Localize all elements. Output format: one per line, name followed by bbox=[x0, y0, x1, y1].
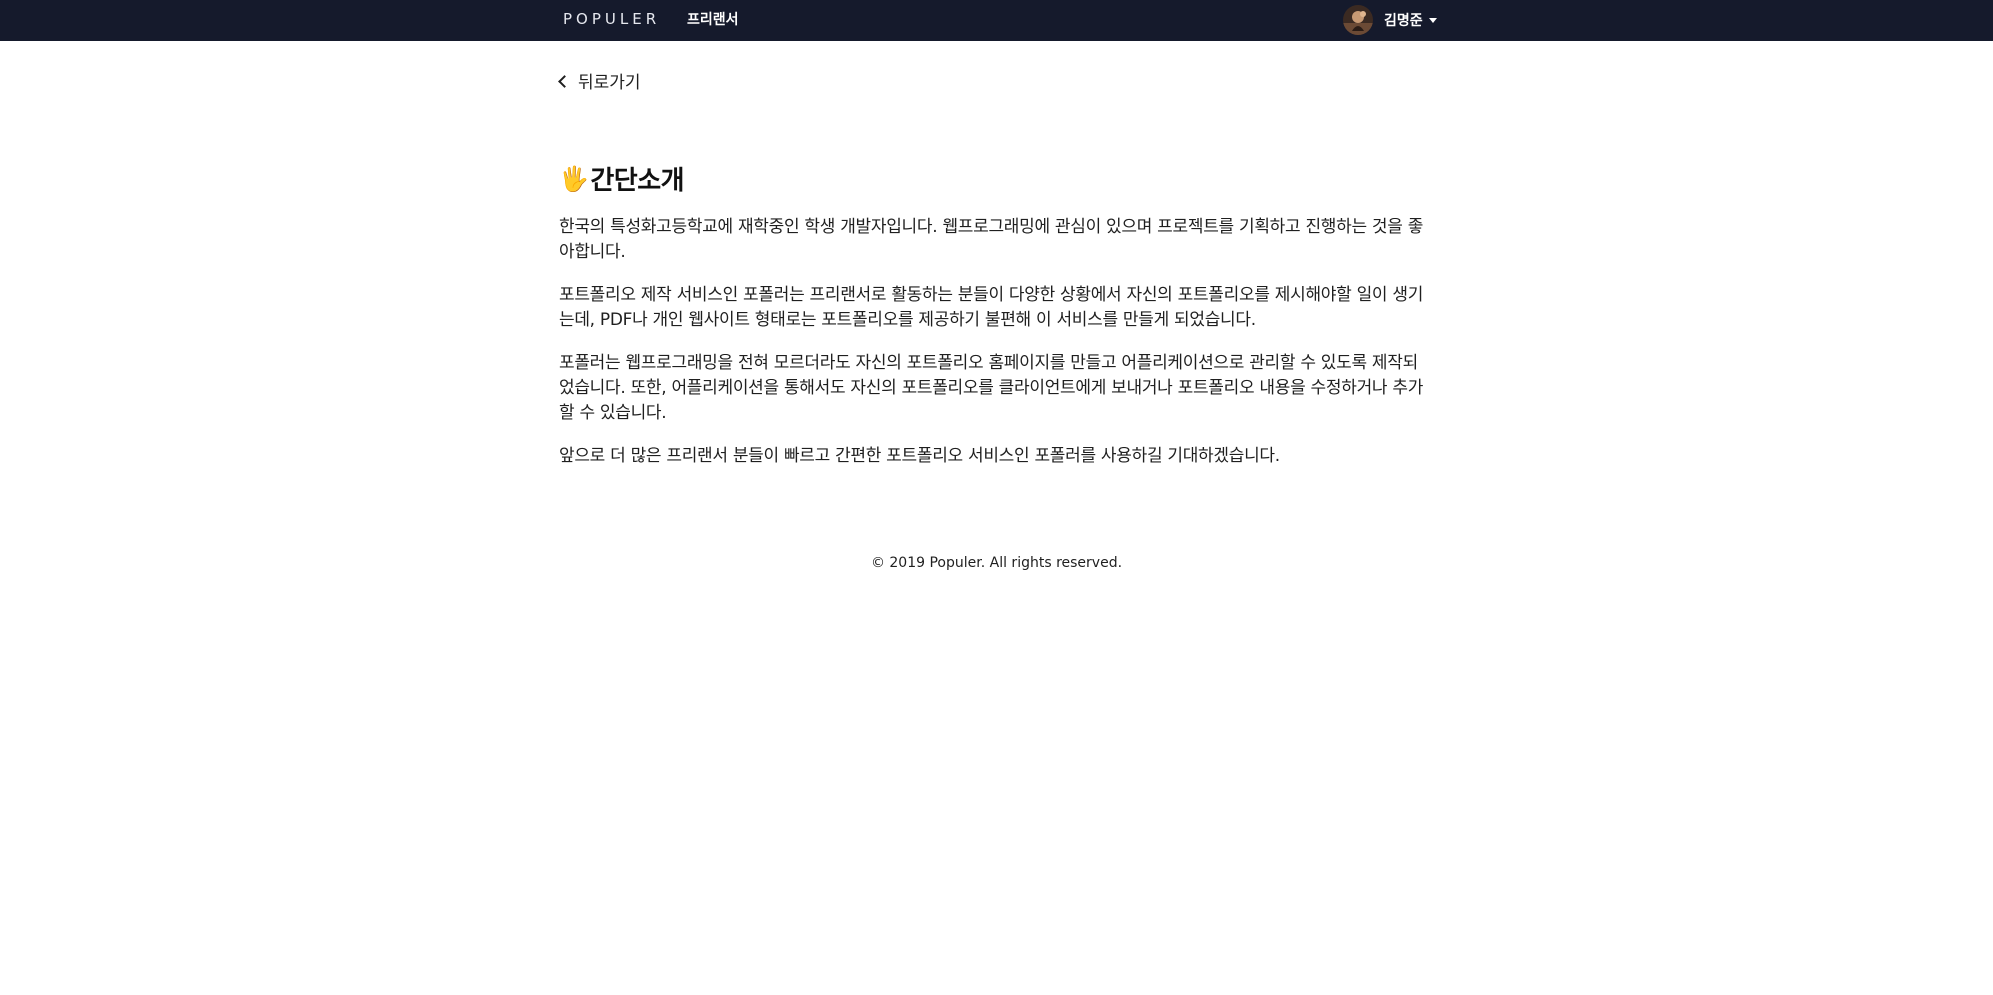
footer-copyright: © 2019 Populer. All rights reserved. bbox=[870, 555, 1123, 571]
user-name: 김명준 bbox=[1384, 13, 1423, 29]
chevron-left-icon bbox=[558, 74, 571, 88]
intro-paragraph: 한국의 특성화고등학교에 재학중인 학생 개발자입니다. 웹프로그래밍에 관심이… bbox=[559, 217, 1424, 262]
intro-paragraph: 포폴러는 웹프로그래밍을 전혀 모르더라도 자신의 포트폴리오 홈페이지를 만들… bbox=[559, 353, 1424, 423]
top-navbar: POPULER 프리랜서 김명준 bbox=[0, 0, 1993, 41]
intro-section: 🖐 간단소개 한국의 특성화고등학교에 재학중인 학생 개발자입니다. 웹프로그… bbox=[559, 160, 1433, 487]
chevron-down-icon bbox=[1428, 17, 1437, 23]
populer-logo[interactable]: POPULER bbox=[563, 10, 660, 28]
section-title: 🖐 간단소개 bbox=[559, 160, 1433, 197]
raised-hand-icon: 🖐 bbox=[559, 164, 589, 193]
back-label: 뒤로가기 bbox=[578, 73, 641, 93]
intro-paragraph: 포트폴리오 제작 서비스인 포폴러는 프리랜서로 활동하는 분들이 다양한 상황… bbox=[559, 285, 1424, 330]
user-avatar bbox=[1343, 5, 1373, 35]
intro-paragraph: 앞으로 더 많은 프리랜서 분들이 빠르고 간편한 포트폴리오 서비스인 포폴러… bbox=[559, 446, 1280, 466]
user-menu[interactable]: 김명준 bbox=[1343, 3, 1437, 37]
nav-link-freelancer[interactable]: 프리랜서 bbox=[687, 9, 739, 29]
back-button[interactable]: 뒤로가기 bbox=[558, 68, 641, 93]
section-title-text: 간단소개 bbox=[590, 166, 685, 196]
